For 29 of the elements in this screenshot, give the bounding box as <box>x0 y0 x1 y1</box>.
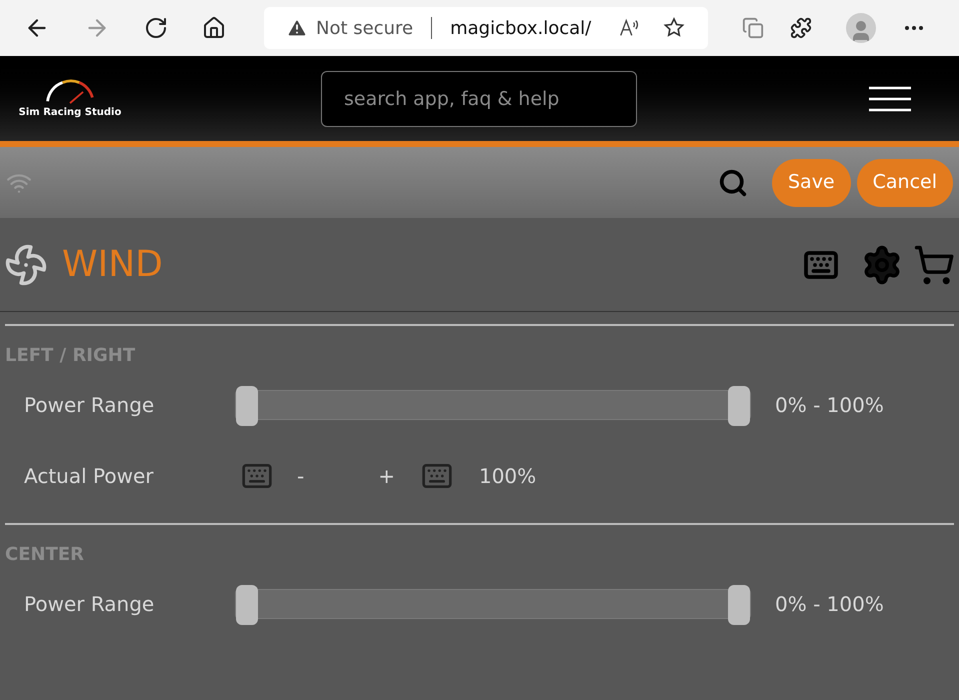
cart-icon[interactable] <box>913 244 955 286</box>
action-button[interactable]: Save <box>772 158 851 206</box>
row-label: Power Range <box>23 392 156 418</box>
fan-icon <box>4 242 48 286</box>
page-title: WIND <box>62 242 163 286</box>
url-text: magicbox.local/ <box>450 16 592 40</box>
slider-thumb[interactable] <box>728 584 750 624</box>
extensions-icon[interactable] <box>790 17 812 39</box>
address-bar[interactable]: Not secure magicbox.local/ <box>264 7 708 49</box>
logo-text: Sim Racing Studio <box>18 106 122 120</box>
power-value: 100% <box>478 462 536 490</box>
security-label: Not secure <box>316 16 414 40</box>
slider-thumb[interactable] <box>728 386 750 426</box>
collections-icon[interactable] <box>742 17 764 39</box>
row-label: Power Range <box>23 590 156 618</box>
search-field[interactable]: search app, faq & help <box>321 70 637 126</box>
slider-thumb[interactable] <box>236 386 258 426</box>
menu-icon[interactable] <box>869 86 911 112</box>
action-button[interactable]: Cancel <box>856 158 953 206</box>
home-icon[interactable] <box>202 16 226 40</box>
search-icon[interactable] <box>718 168 748 198</box>
reload-icon[interactable] <box>144 16 168 40</box>
decrease-button[interactable]: - <box>297 460 304 490</box>
profile-avatar[interactable] <box>846 13 876 43</box>
slider-thumb[interactable] <box>236 584 258 624</box>
increase-button[interactable]: + <box>378 460 395 490</box>
range-value: 0% - 100% <box>775 590 884 618</box>
range-value: 0% - 100% <box>775 392 884 418</box>
row-label: Actual Power <box>23 462 154 490</box>
